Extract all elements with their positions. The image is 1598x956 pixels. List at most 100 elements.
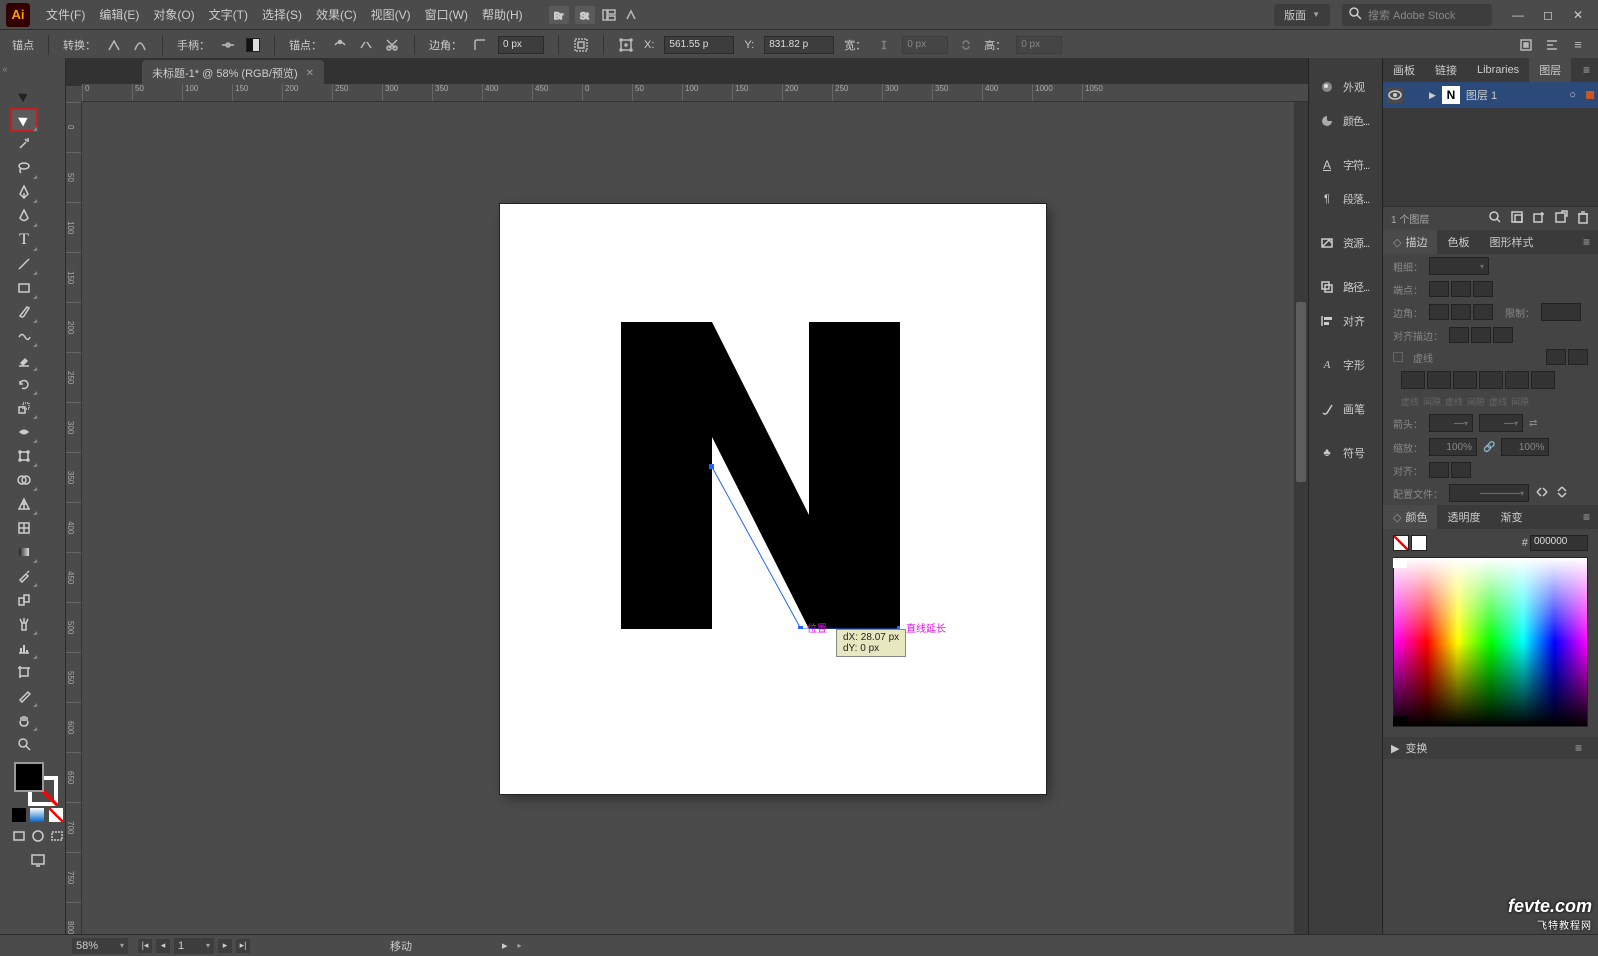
width-tool[interactable] xyxy=(10,420,38,444)
tab-graphicstyles[interactable]: 图形样式 xyxy=(1479,230,1543,254)
dock-paragraph[interactable]: ¶段落... xyxy=(1309,182,1382,216)
pen-tool[interactable] xyxy=(10,180,38,204)
arrowscale-end[interactable]: 100% xyxy=(1501,438,1549,456)
magic-wand-tool[interactable] xyxy=(10,132,38,156)
close-button[interactable]: ✕ xyxy=(1564,5,1592,25)
corner-type-icon[interactable] xyxy=(472,37,488,53)
menu-file[interactable]: 文件(F) xyxy=(40,2,91,27)
limit-input[interactable] xyxy=(1541,303,1581,321)
connect-anchor-icon[interactable] xyxy=(358,37,374,53)
tab-gradient[interactable]: 渐变 xyxy=(1490,505,1532,529)
menu-effect[interactable]: 效果(C) xyxy=(310,2,363,27)
corner-radius-input[interactable]: 0 px xyxy=(498,36,544,54)
dock-assets[interactable]: 资源... xyxy=(1309,226,1382,260)
stock-icon[interactable]: St xyxy=(575,6,595,24)
selection-tool[interactable] xyxy=(10,84,38,108)
h-input[interactable]: 0 px xyxy=(1016,36,1062,54)
weight-input[interactable]: ▾ xyxy=(1429,257,1489,275)
vertical-ruler[interactable]: 0501001502002503003504004505005506006507… xyxy=(66,102,82,934)
dock-symbol[interactable]: ♣符号 xyxy=(1309,436,1382,470)
arrow-start[interactable]: — ▾ xyxy=(1429,414,1473,432)
constrain-icon[interactable] xyxy=(958,37,974,53)
zoom-select[interactable]: 58%▾ xyxy=(72,938,128,954)
gap-3[interactable] xyxy=(1531,371,1555,389)
alignstroke-buttons[interactable] xyxy=(1449,327,1513,343)
color-mode-gradient[interactable] xyxy=(30,808,44,822)
transform-menu-icon[interactable]: ≡ xyxy=(1567,741,1590,755)
transform-header[interactable]: ▶ 变换 ≡ xyxy=(1383,737,1598,759)
ref-point-icon[interactable] xyxy=(618,37,634,53)
handle-hide-icon[interactable] xyxy=(246,38,260,52)
gradient-tool[interactable] xyxy=(10,540,38,564)
gap-1[interactable] xyxy=(1427,371,1451,389)
scrollbar-thumb[interactable] xyxy=(1296,302,1306,482)
fill-swatch[interactable] xyxy=(14,762,44,792)
color-spectrum[interactable] xyxy=(1393,557,1588,727)
color-mode-solid[interactable] xyxy=(12,808,26,822)
line-tool[interactable] xyxy=(10,252,38,276)
expand-icon[interactable]: ▶ xyxy=(1429,90,1436,101)
visibility-icon[interactable] xyxy=(1387,87,1403,103)
menu-view[interactable]: 视图(V) xyxy=(365,2,417,27)
minimize-button[interactable]: — xyxy=(1504,5,1532,25)
tab-layers[interactable]: 图层 xyxy=(1529,58,1571,82)
menu-select[interactable]: 选择(S) xyxy=(256,2,308,27)
vertical-scrollbar[interactable] xyxy=(1294,102,1308,934)
clip-mask-icon[interactable] xyxy=(1510,210,1524,227)
isolate-icon[interactable] xyxy=(1518,37,1534,53)
profile-select[interactable]: ———— ▾ xyxy=(1449,484,1529,502)
letter-n-path[interactable] xyxy=(621,322,900,629)
tab-artboard[interactable]: 画板 xyxy=(1383,58,1425,82)
search-stock-input[interactable]: 搜索 Adobe Stock xyxy=(1342,4,1492,26)
dashed-checkbox[interactable] xyxy=(1393,352,1403,362)
prev-artboard-button[interactable]: ◂ xyxy=(156,939,170,953)
dash-3[interactable] xyxy=(1505,371,1529,389)
new-sublayer-icon[interactable] xyxy=(1532,210,1546,227)
maximize-button[interactable]: ◻ xyxy=(1534,5,1562,25)
screen-draw-behind-icon[interactable] xyxy=(29,826,48,846)
screen-mode-icon[interactable] xyxy=(10,850,65,870)
fill-stroke-swatch[interactable] xyxy=(10,760,65,806)
screen-draw-inside-icon[interactable] xyxy=(47,826,66,846)
tab-swatches[interactable]: 色板 xyxy=(1437,230,1479,254)
dash-2[interactable] xyxy=(1453,371,1477,389)
tab-libraries[interactable]: Libraries xyxy=(1467,58,1529,82)
screen-normal-icon[interactable] xyxy=(10,826,29,846)
remove-anchor-icon[interactable] xyxy=(332,37,348,53)
graph-tool[interactable] xyxy=(10,636,38,660)
align-panel-icon[interactable] xyxy=(1544,37,1560,53)
panel-menu-icon[interactable]: ≡ xyxy=(1570,37,1586,53)
flip-y-icon[interactable] xyxy=(1555,485,1569,502)
cap-buttons[interactable] xyxy=(1429,281,1493,297)
dock-appearance[interactable]: 外观 xyxy=(1309,70,1382,104)
first-artboard-button[interactable]: |◂ xyxy=(138,939,152,953)
eyedropper-tool[interactable] xyxy=(10,564,38,588)
dock-character[interactable]: A字符... xyxy=(1309,148,1382,182)
color-mode-none[interactable] xyxy=(49,808,63,822)
dash-align-buttons[interactable] xyxy=(1546,349,1588,365)
free-transform-tool[interactable] xyxy=(10,444,38,468)
convert-smooth-icon[interactable] xyxy=(132,37,148,53)
scale-tool[interactable] xyxy=(10,396,38,420)
bridge-icon[interactable]: Br xyxy=(549,6,569,24)
dock-glyph[interactable]: A字形 xyxy=(1309,348,1382,382)
x-input[interactable]: 561.55 p xyxy=(664,36,734,54)
dock-align[interactable]: 对齐 xyxy=(1309,304,1382,338)
stroke-menu-icon[interactable]: ≡ xyxy=(1575,235,1598,249)
direct-selection-tool[interactable] xyxy=(10,108,38,132)
rotate-tool[interactable] xyxy=(10,372,38,396)
link-arrowscale-icon[interactable]: 🔗 xyxy=(1483,442,1495,453)
paintbrush-tool[interactable] xyxy=(10,300,38,324)
convert-corner-icon[interactable] xyxy=(106,37,122,53)
swap-arrow-icon[interactable]: ⇄ xyxy=(1529,418,1537,429)
flip-x-icon[interactable] xyxy=(1535,485,1549,502)
none-swatch[interactable] xyxy=(1393,535,1409,551)
new-layer-icon[interactable] xyxy=(1554,210,1568,227)
cut-path-icon[interactable] xyxy=(384,37,400,53)
arrowscale-start[interactable]: 100% xyxy=(1429,438,1477,456)
arrowalign-buttons[interactable] xyxy=(1429,462,1471,478)
dock-color[interactable]: 颜色... xyxy=(1309,104,1382,138)
arrow-end[interactable]: — ▾ xyxy=(1479,414,1523,432)
dash-1[interactable] xyxy=(1401,371,1425,389)
artboard-tool[interactable] xyxy=(10,660,38,684)
